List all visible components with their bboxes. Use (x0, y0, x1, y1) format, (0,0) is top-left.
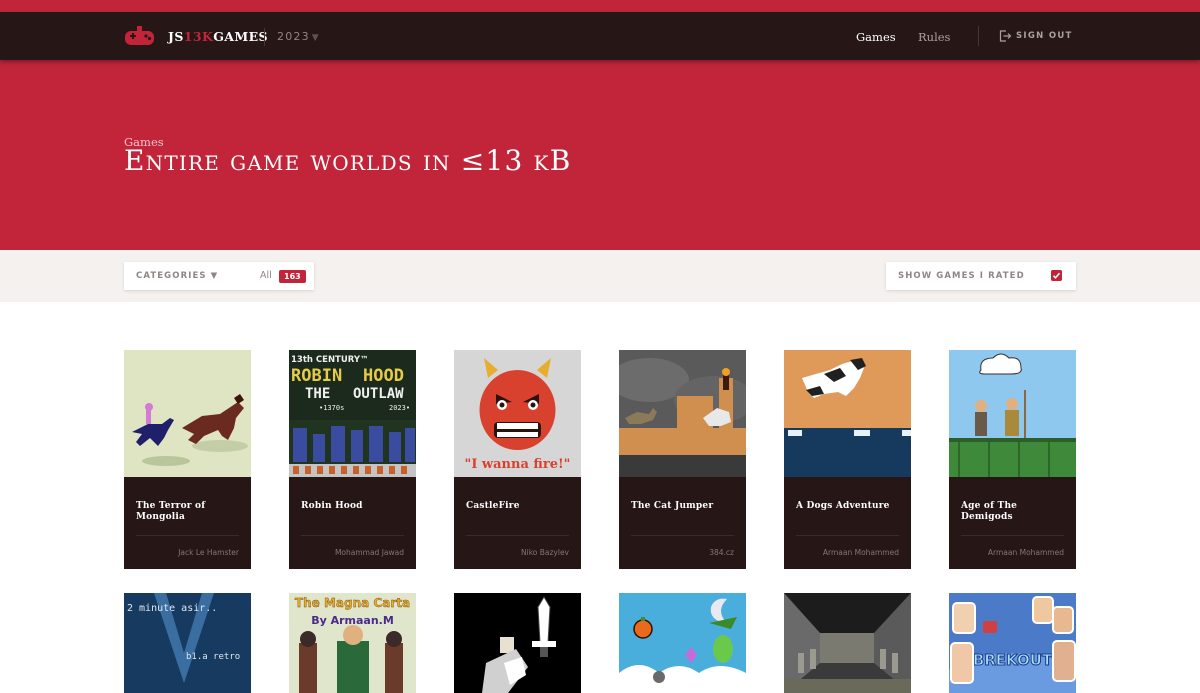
thumbnail-image (454, 593, 581, 693)
sign-out-icon[interactable] (998, 29, 1012, 43)
checkbox-checked-icon[interactable] (1051, 270, 1062, 281)
game-thumbnail[interactable]: 2 minute asir.. b1.a retro (124, 593, 251, 693)
thumbnail-image: 2 minute asir.. b1.a retro (124, 593, 251, 693)
game-author: Jack Le Hamster (178, 548, 239, 557)
game-author: 384.cz (709, 548, 734, 557)
gamepad-icon[interactable] (123, 24, 156, 47)
thumbnail-image: "I wanna fire!" (454, 350, 581, 477)
year-value: 2023 (277, 30, 310, 43)
nav-link-rules[interactable]: Rules (918, 30, 950, 44)
rated-filter-label: SHOW GAMES I RATED (898, 271, 1025, 281)
svg-text:•1370s: •1370s (319, 404, 344, 412)
svg-text:2 minute asir..: 2 minute asir.. (127, 603, 217, 614)
brand-accent: 13K (183, 29, 214, 44)
svg-text:ROBIN: ROBIN (291, 366, 342, 386)
game-thumbnail[interactable]: The Magna Carta By Armaan.M (289, 593, 416, 693)
brand-suffix: GAMES (213, 29, 268, 44)
svg-text:"I wanna fire!": "I wanna fire!" (465, 457, 571, 472)
brand-link[interactable]: JS13KGAMES (168, 29, 268, 44)
game-title[interactable]: The Cat Jumper (631, 501, 737, 512)
svg-text:THE: THE (305, 386, 330, 402)
thumbnail-image: The Magna Carta By Armaan.M (289, 593, 416, 693)
thumbnail-image (784, 593, 911, 693)
game-title[interactable]: A Dogs Adventure (796, 501, 902, 512)
svg-text:HOOD: HOOD (363, 366, 404, 386)
top-accent-strip (0, 0, 1200, 12)
thumbnail-image: BREKOUT (949, 593, 1076, 693)
game-author: Armaan Mohammed (822, 548, 899, 557)
game-card[interactable]: A Dogs Adventure Armaan Mohammed (784, 350, 911, 569)
game-author: Niko Bazylev (521, 548, 569, 557)
card-divider (301, 535, 404, 536)
navbar: JS13KGAMES 2023 ▼ Games Rules SIGN OUT (0, 12, 1200, 60)
game-card[interactable]: The Terror of Mongolia Jack Le Hamster (124, 350, 251, 569)
game-thumbnail[interactable]: "I wanna fire!" (454, 350, 581, 477)
game-card[interactable]: "I wanna fire!" CastleFire Niko Bazylev (454, 350, 581, 569)
thumbnail-image (619, 350, 746, 477)
nav-divider (978, 26, 979, 46)
year-selector[interactable]: 2023 ▼ (277, 30, 320, 43)
game-title[interactable]: Age of The Demigods (961, 501, 1067, 523)
page-title: Entire game worlds in ≤13 kB (124, 144, 572, 177)
svg-text:OUTLAW: OUTLAW (353, 386, 404, 402)
game-author: Armaan Mohammed (987, 548, 1064, 557)
thumbnail-image (619, 593, 746, 693)
game-thumbnail[interactable] (949, 350, 1076, 477)
rated-filter[interactable]: SHOW GAMES I RATED (886, 262, 1076, 290)
game-thumbnail[interactable] (454, 593, 581, 693)
game-thumbnail[interactable] (619, 350, 746, 477)
game-thumbnail[interactable] (784, 593, 911, 693)
game-card[interactable]: 13th CENTURY™ ROBIN HOOD THE OUTLAW •137… (289, 350, 416, 569)
game-thumbnail[interactable] (124, 350, 251, 477)
card-divider (466, 535, 569, 536)
game-title[interactable]: The Terror of Mongolia (136, 501, 242, 523)
card-divider (796, 535, 899, 536)
card-divider (961, 535, 1064, 536)
game-thumbnail[interactable] (784, 350, 911, 477)
svg-text:BREKOUT: BREKOUT (973, 651, 1053, 669)
svg-text:2023•: 2023• (389, 404, 410, 412)
filter-bar: CATEGORIES ▼ All 163 SHOW GAMES I RATED (0, 250, 1200, 302)
thumbnail-image: 13th CENTURY™ ROBIN HOOD THE OUTLAW •137… (289, 350, 416, 477)
chevron-down-icon: ▼ (311, 33, 320, 43)
card-divider (631, 535, 734, 536)
game-title[interactable]: Robin Hood (301, 501, 407, 512)
game-author: Mohammad Jawad (334, 548, 404, 557)
thumbnail-image (784, 350, 911, 477)
game-card[interactable]: The Cat Jumper 384.cz (619, 350, 746, 569)
brand-prefix: JS (168, 29, 184, 44)
sign-out-link[interactable]: SIGN OUT (1016, 31, 1073, 41)
game-thumbnail[interactable] (619, 593, 746, 693)
game-card[interactable]: Age of The Demigods Armaan Mohammed (949, 350, 1076, 569)
svg-text:The Magna Carta: The Magna Carta (295, 596, 410, 610)
category-all-label: All (260, 270, 272, 281)
game-thumbnail[interactable]: BREKOUT (949, 593, 1076, 693)
categories-label: CATEGORIES ▼ (136, 271, 219, 281)
svg-text:b1.a retro: b1.a retro (186, 652, 240, 662)
thumbnail-image (124, 350, 251, 477)
svg-text:13th CENTURY™: 13th CENTURY™ (291, 355, 369, 365)
game-title[interactable]: CastleFire (466, 501, 572, 512)
nav-divider (264, 28, 265, 46)
hero-banner: Games Entire game worlds in ≤13 kB (0, 60, 1200, 250)
nav-link-games[interactable]: Games (856, 30, 896, 44)
categories-dropdown[interactable]: CATEGORIES ▼ All 163 (124, 262, 314, 290)
thumbnail-image (949, 350, 1076, 477)
card-divider (136, 535, 239, 536)
game-thumbnail[interactable]: 13th CENTURY™ ROBIN HOOD THE OUTLAW •137… (289, 350, 416, 477)
games-count-badge: 163 (279, 270, 306, 283)
